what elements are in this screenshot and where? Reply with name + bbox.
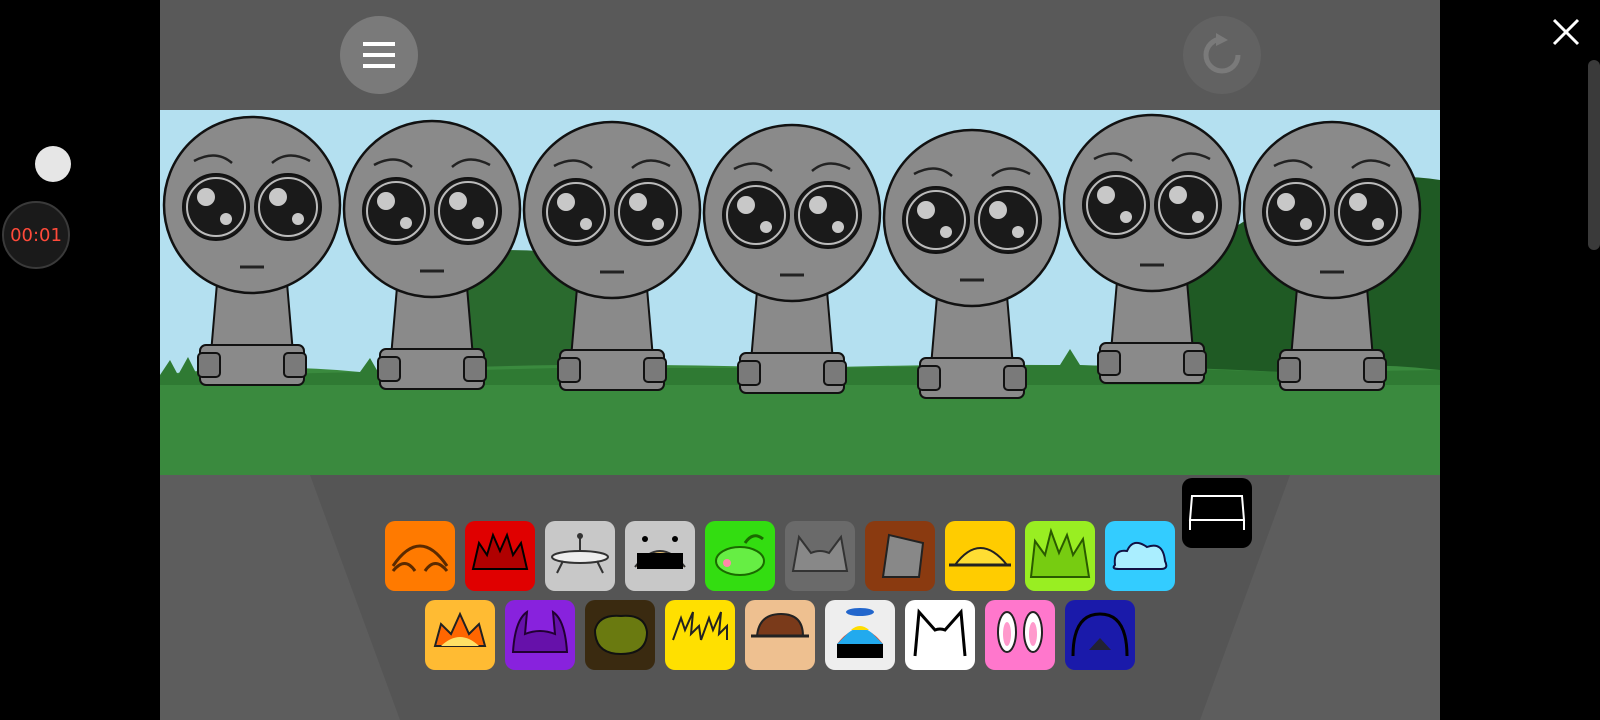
sound-icon-olive-blob[interactable] [585,600,655,670]
menu-button[interactable] [340,16,418,94]
side-panel-handle[interactable] [1588,60,1600,250]
sound-icon-cyan-cloud[interactable] [1105,521,1175,591]
sound-icon-yellow-helmet[interactable] [945,521,1015,591]
refresh-icon [1203,33,1241,74]
characters-layer [162,113,1422,399]
sound-icon-silver-ufo[interactable] [545,521,615,591]
character-2[interactable] [342,119,522,390]
recording-timer[interactable]: 00:01 [2,201,70,269]
sound-icon-yellow-lightning[interactable] [665,600,735,670]
sound-icon-tan-cap[interactable] [745,600,815,670]
sound-icon-robot-visor[interactable] [625,521,695,591]
sound-icon-orange-headphones[interactable] [385,521,455,591]
sound-palette-panel [160,475,1440,720]
sound-icon-yellow-crown[interactable] [425,600,495,670]
sound-icon-lime-spiky[interactable] [1025,521,1095,591]
sound-icon-gray-cat-ears[interactable] [785,521,855,591]
sound-icon-purple-horns[interactable] [505,600,575,670]
close-button[interactable] [1548,14,1584,50]
character-6[interactable] [1062,113,1242,384]
game-stage [160,0,1440,720]
reset-button[interactable] [1183,16,1261,94]
character-7[interactable] [1242,120,1422,391]
record-indicator[interactable] [35,146,71,182]
character-4[interactable] [702,123,882,394]
character-5[interactable] [882,128,1062,399]
sound-icon-red-spiky[interactable] [465,521,535,591]
sound-icon-white-cat-ears[interactable] [905,600,975,670]
sound-icon-propeller-hat[interactable] [825,600,895,670]
sound-icon-black-frame[interactable] [1182,478,1252,548]
hamburger-menu-icon [363,42,395,68]
character-3[interactable] [522,120,702,391]
sound-icon-pink-bunny-ears[interactable] [985,600,1055,670]
character-1[interactable] [162,115,342,386]
close-icon [1552,18,1580,46]
sound-icon-green-leaf[interactable] [705,521,775,591]
sound-icon-navy-dome[interactable] [1065,600,1135,670]
performance-scene [160,110,1440,475]
sound-icon-brown-bucket[interactable] [865,521,935,591]
